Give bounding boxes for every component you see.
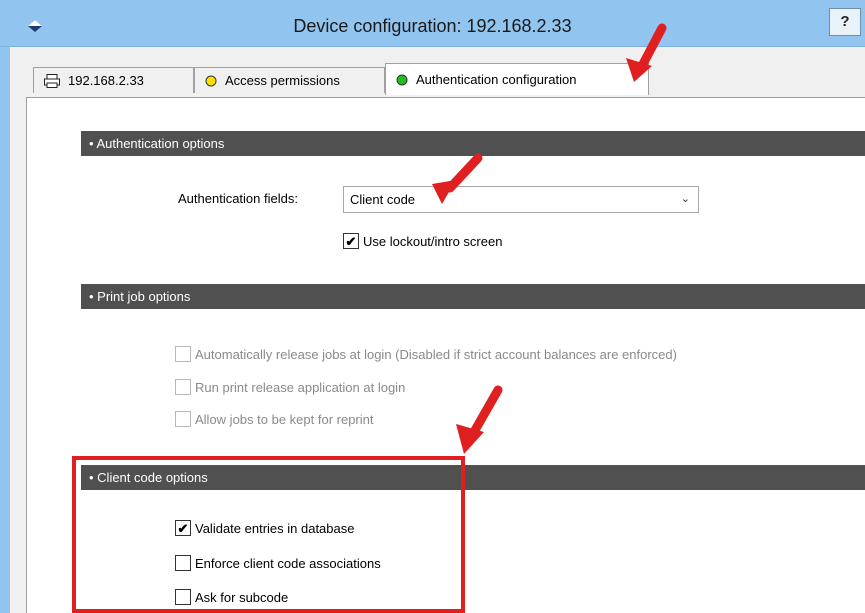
annotation-arrow-icon [626,23,667,82]
run-release-app-check [175,379,191,395]
enforce-associations-check[interactable] [175,555,191,571]
tab-device-label: 192.168.2.33 [68,73,144,88]
validate-entries-checkbox[interactable]: ✔ Validate entries in database [175,520,354,536]
lockout-screen-checkbox[interactable]: ✔ Use lockout/intro screen [343,233,502,249]
annotation-arrow-icon [432,153,483,204]
title-bar: Device configuration: 192.168.2.33 ? [0,0,865,47]
run-release-app-label: Run print release application at login [195,379,406,395]
auto-release-check [175,346,191,362]
validate-entries-check[interactable]: ✔ [175,520,191,536]
allow-keep-label: Allow jobs to be kept for reprint [195,411,374,427]
tab-authentication-configuration[interactable]: Authentication configuration [385,63,649,95]
run-release-app-checkbox: Run print release application at login [175,379,405,395]
allow-keep-checkbox: Allow jobs to be kept for reprint [175,411,373,427]
enforce-associations-label: Enforce client code associations [195,555,381,571]
tab-access-permissions-label: Access permissions [225,73,340,88]
window-title: Device configuration: 192.168.2.33 [293,16,572,36]
chevron-down-icon: ⌄ [680,193,690,205]
section-print-job-options: • Print job options [81,284,865,309]
yellow-dot-icon [205,75,217,87]
ask-subcode-label: Ask for subcode [195,589,289,605]
enforce-associations-checkbox[interactable]: Enforce client code associations [175,555,381,571]
green-dot-icon [396,74,408,86]
auto-release-checkbox: Automatically release jobs at login (Dis… [175,346,677,362]
window-frame [0,47,10,613]
allow-keep-check [175,411,191,427]
annotation-arrow-icon [456,385,503,454]
lockout-screen-check[interactable]: ✔ [343,233,359,249]
authentication-fields-value: Client code [350,192,416,207]
authentication-fields-select[interactable]: Client code ⌄ [343,186,699,213]
tab-device[interactable]: 192.168.2.33 [33,67,194,93]
section-client-code-options: • Client code options [81,465,865,490]
validate-entries-label: Validate entries in database [195,520,355,536]
tab-authentication-configuration-label: Authentication configuration [416,72,577,87]
ask-subcode-check[interactable] [175,589,191,605]
authentication-fields-label: Authentication fields: [178,191,298,206]
lockout-screen-label: Use lockout/intro screen [363,233,503,249]
auto-release-label: Automatically release jobs at login (Dis… [195,346,677,362]
tab-access-permissions[interactable]: Access permissions [194,67,385,93]
printer-icon [44,73,60,88]
ask-subcode-checkbox[interactable]: Ask for subcode [175,589,288,605]
help-button[interactable]: ? [829,8,861,36]
